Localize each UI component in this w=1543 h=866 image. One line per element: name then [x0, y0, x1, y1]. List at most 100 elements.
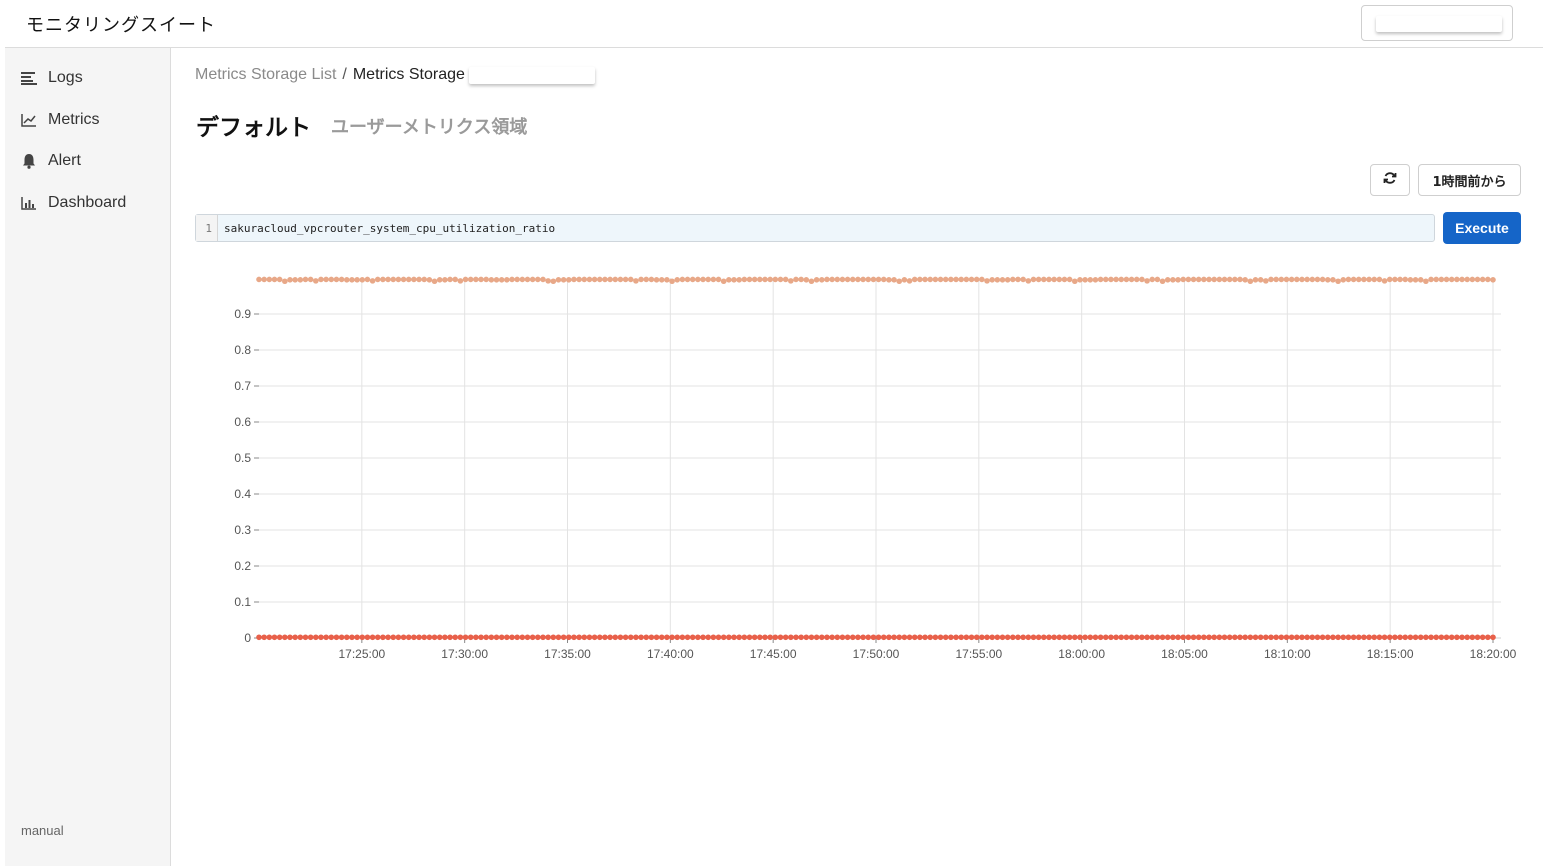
page-title: デフォルト: [196, 115, 311, 141]
sidebar-item-logs[interactable]: Logs: [20, 66, 83, 90]
storage-id-redacted: [468, 66, 595, 84]
data-point: [1448, 276, 1455, 283]
data-point: [1051, 276, 1057, 283]
data-point: [436, 277, 443, 283]
sidebar-item-alert[interactable]: Alert: [20, 149, 81, 173]
data-point: [865, 276, 872, 283]
data-point: [1097, 634, 1104, 641]
data-point: [1283, 276, 1290, 283]
data-point: [1242, 634, 1248, 641]
data-point: [571, 634, 577, 641]
data-point: [927, 276, 934, 283]
manual-link[interactable]: manual: [21, 823, 64, 838]
data-point: [1330, 277, 1336, 283]
data-point: [1097, 276, 1104, 283]
data-point: [803, 634, 810, 641]
data-point: [343, 634, 350, 641]
data-point: [581, 276, 588, 283]
data-point: [421, 276, 428, 283]
data-point: [917, 634, 923, 641]
data-point: [1474, 276, 1481, 283]
breadcrumb-link-metrics-storage-list[interactable]: Metrics Storage List: [195, 66, 336, 84]
data-point: [1087, 634, 1094, 641]
query-editor[interactable]: 1 sakuracloud_vpcrouter_system_cpu_utili…: [195, 214, 1435, 242]
data-point: [793, 634, 799, 641]
data-point: [1361, 276, 1367, 283]
x-tick-label: 18:20:00: [1470, 647, 1517, 661]
data-point: [896, 278, 903, 285]
data-point: [519, 276, 526, 283]
data-point: [1020, 634, 1026, 641]
data-point: [369, 634, 376, 641]
data-point: [1350, 276, 1357, 283]
data-point: [1035, 276, 1042, 283]
data-point: [1392, 634, 1398, 641]
data-point: [1216, 634, 1223, 641]
execute-button[interactable]: Execute: [1443, 212, 1521, 244]
account-button[interactable]: [1361, 5, 1513, 41]
data-point: [1376, 634, 1383, 641]
data-point: [1010, 634, 1016, 641]
data-point: [1464, 276, 1470, 283]
data-point: [349, 277, 355, 283]
data-point: [307, 276, 314, 283]
data-point: [488, 277, 495, 283]
data-point: [855, 634, 861, 641]
data-point: [462, 634, 469, 641]
data-point: [705, 634, 711, 641]
data-point: [648, 276, 655, 283]
data-point: [880, 634, 887, 641]
data-point: [529, 276, 536, 283]
data-point: [1139, 276, 1145, 283]
data-point: [1015, 634, 1021, 641]
data-point: [447, 276, 453, 283]
data-point: [1237, 634, 1243, 641]
data-point: [948, 276, 954, 283]
data-point: [777, 276, 784, 283]
data-point: [1149, 634, 1156, 641]
data-point: [1025, 634, 1032, 641]
data-point: [679, 276, 686, 283]
data-point: [1397, 634, 1403, 641]
data-point: [560, 277, 567, 283]
data-point: [1417, 634, 1424, 641]
x-tick-label: 18:05:00: [1161, 647, 1208, 661]
data-point: [1361, 634, 1367, 641]
data-point: [886, 634, 892, 641]
data-point: [705, 276, 711, 283]
data-point: [772, 634, 779, 641]
data-point: [839, 276, 846, 283]
data-point: [963, 634, 970, 641]
data-point: [1041, 634, 1047, 641]
time-range-button[interactable]: 1時間前から: [1418, 164, 1521, 196]
data-point: [937, 276, 944, 283]
data-point: [1092, 277, 1099, 283]
data-point: [1263, 278, 1269, 284]
data-point: [726, 634, 732, 641]
data-point: [452, 276, 459, 283]
data-point: [431, 634, 438, 641]
sidebar-item-metrics[interactable]: Metrics: [20, 108, 100, 132]
data-point: [302, 276, 309, 283]
data-point: [664, 634, 670, 641]
data-point: [312, 634, 319, 641]
data-point: [565, 634, 572, 641]
data-point: [312, 278, 319, 284]
data-point: [354, 277, 360, 283]
data-point: [405, 634, 412, 641]
data-point: [467, 634, 474, 641]
data-point: [1428, 276, 1434, 283]
data-point: [1201, 634, 1207, 641]
data-point: [700, 634, 706, 641]
data-point: [834, 634, 841, 641]
sidebar-item-label: Metrics: [48, 111, 100, 128]
x-tick-label: 17:25:00: [338, 647, 385, 661]
sidebar-item-dashboard[interactable]: Dashboard: [20, 191, 126, 215]
data-point: [751, 634, 758, 641]
data-point: [1201, 276, 1207, 283]
refresh-button[interactable]: [1370, 164, 1410, 196]
data-point: [958, 634, 964, 641]
query-text[interactable]: sakuracloud_vpcrouter_system_cpu_utiliza…: [218, 222, 555, 235]
data-point: [343, 277, 350, 283]
data-point: [617, 634, 624, 641]
